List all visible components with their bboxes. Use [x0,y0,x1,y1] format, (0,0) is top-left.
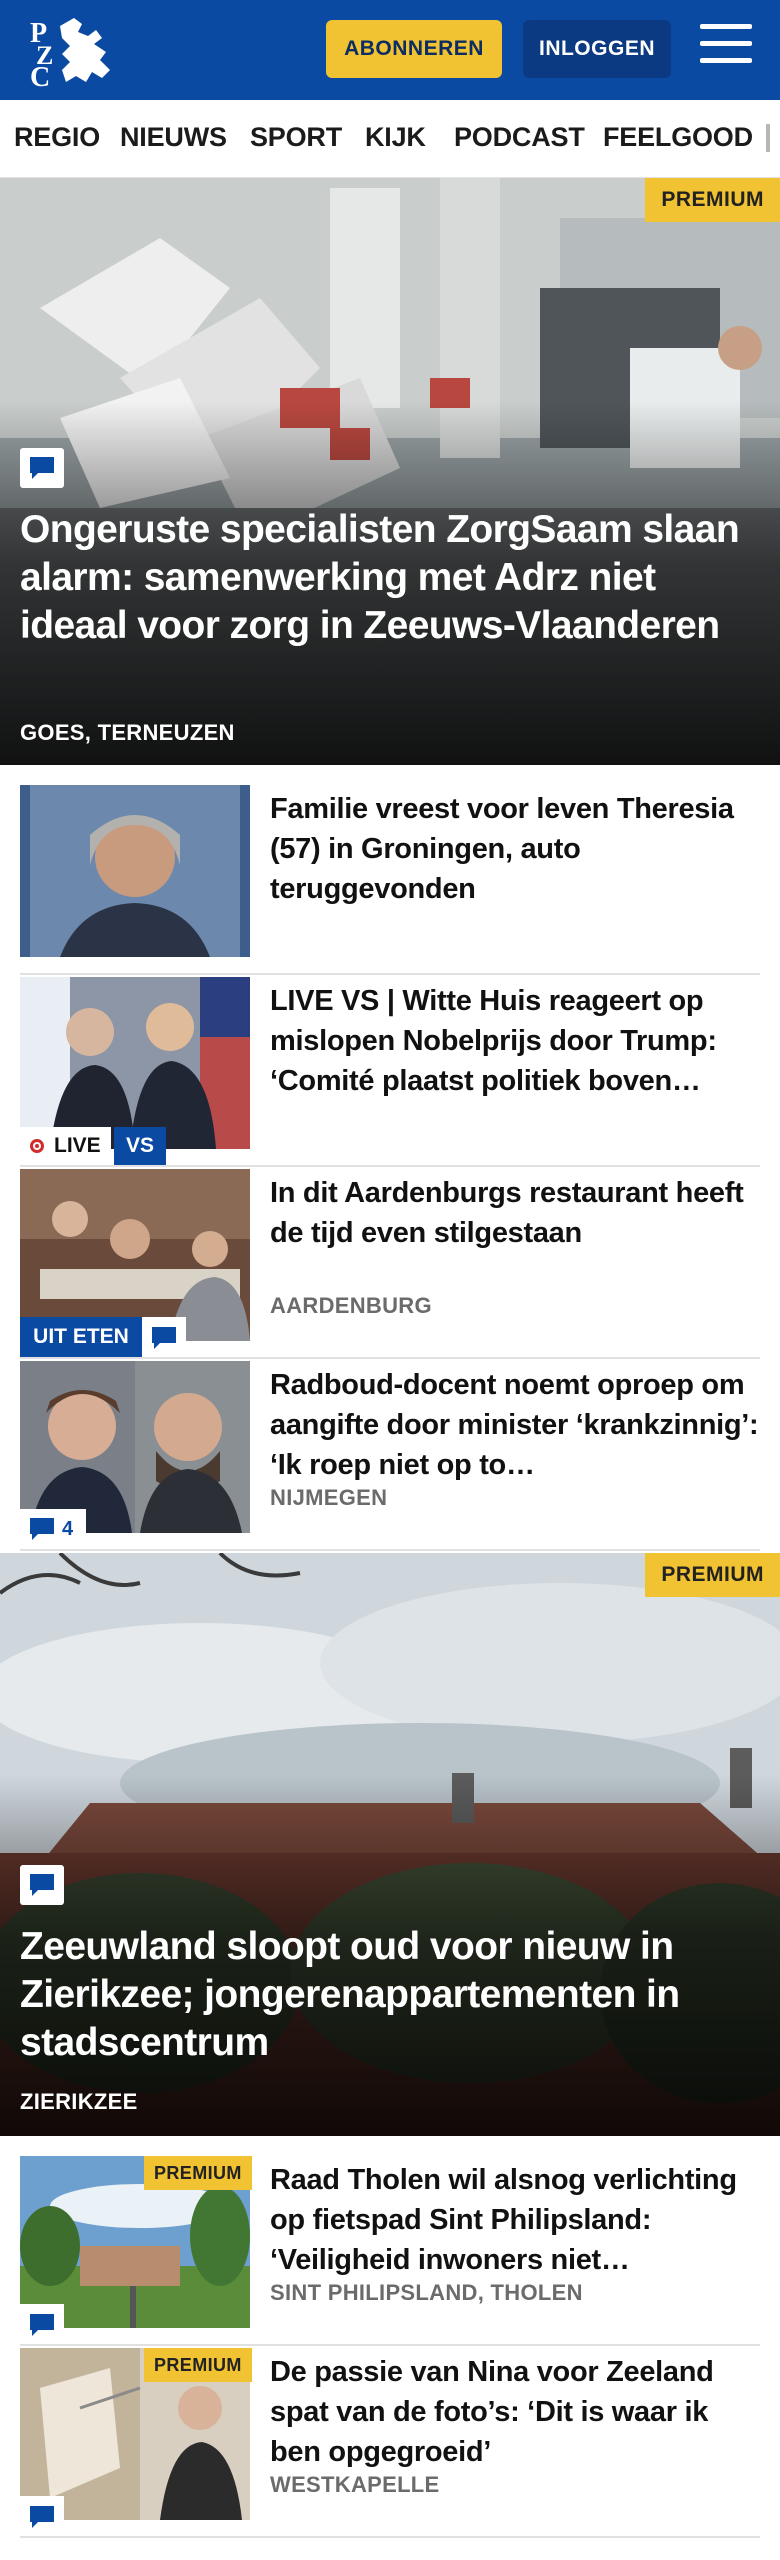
list-item-2[interactable]: LIVE VS LIVE VS | Witte Huis reageert op… [20,977,760,1167]
hero-location: ZIERIKZEE [20,2089,138,2114]
comment-icon [20,1865,64,1905]
hero-article-2[interactable]: PREMIUM Zeeuwland sloopt oud voor nieuw … [0,1553,780,2136]
article-location: AARDENBURG [270,1293,432,1318]
hero-location: GOES, TERNEUZEN [20,720,235,745]
live-badge: LIVE [20,1127,111,1165]
list-item-1[interactable]: Familie vreest voor leven Theresia (57) … [20,785,760,975]
comment-icon [142,1317,186,1357]
top-bar: P Z C ABONNEREN INLOGGEN [0,0,780,100]
comment-icon [30,1518,54,1540]
article-location: SINT PHILIPSLAND, THOLEN [270,2280,583,2305]
nav-item-regio[interactable]: REGIO [14,122,100,153]
comment-count: 4 [62,1517,74,1540]
thumbnail-image [20,977,250,1149]
list-item-3[interactable]: UIT ETEN In dit Aardenburgs restaurant h… [20,1169,760,1359]
list-item-6[interactable]: PREMIUM De passie van Nina voor Zeeland … [20,2348,760,2538]
thumbnail-image [20,785,250,957]
section-nav: REGIO NIEUWS SPORT KIJK PODCAST FEELGOOD [0,100,780,178]
category-tag: UIT ETEN [20,1317,142,1357]
premium-badge: PREMIUM [645,178,780,222]
article-headline[interactable]: In dit Aardenburgs restaurant heeft de t… [270,1173,760,1253]
menu-icon[interactable] [700,24,752,72]
comment-icon [20,448,64,488]
article-location: WESTKAPELLE [270,2472,440,2497]
article-headline[interactable]: Radboud-docent noemt oproep om aangifte … [270,1365,760,1485]
nav-item-sport[interactable]: SPORT [250,122,342,153]
category-tag: VS [114,1127,166,1165]
nav-item-feelgood[interactable]: FEELGOOD [603,122,753,153]
comment-count-badge: 4 [20,1509,86,1549]
live-label: LIVE [54,1134,101,1157]
comment-icon [20,2496,64,2536]
premium-badge: PREMIUM [144,2348,252,2382]
thumbnail-image [20,1361,250,1533]
thumbnail-image [20,1169,250,1341]
subscribe-button[interactable]: ABONNEREN [326,20,502,78]
article-location: NIJMEGEN [270,1485,388,1510]
hero-headline[interactable]: Zeeuwland sloopt oud voor nieuw in Zieri… [20,1923,760,2067]
nav-item-kijk[interactable]: KIJK [365,122,426,153]
lion-logo-icon: P Z C [30,18,110,88]
login-button[interactable]: INLOGGEN [523,20,671,78]
premium-badge: PREMIUM [144,2156,252,2190]
article-headline[interactable]: Raad Tholen wil alsnog verlich­ting op f… [270,2160,760,2280]
nav-overflow-indicator [766,124,770,152]
site-logo[interactable]: P Z C [26,12,116,88]
article-headline[interactable]: LIVE VS | Witte Huis reageert op mislope… [270,981,760,1101]
comment-icon [20,2304,64,2344]
premium-badge: PREMIUM [645,1553,780,1597]
list-item-4[interactable]: 4 Radboud-docent noemt oproep om aangift… [20,1361,760,1551]
svg-text:C: C [30,62,50,88]
article-headline[interactable]: De passie van Nina voor Zeeland spat van… [270,2352,760,2472]
nav-item-nieuws[interactable]: NIEUWS [120,122,227,153]
hero-headline[interactable]: Ongeruste specialisten ZorgSaam slaan al… [20,506,760,650]
live-dot-icon [30,1139,44,1153]
hero-article-1[interactable]: PREMIUM Ongeruste specialisten ZorgSaam … [0,178,780,765]
list-item-5[interactable]: PREMIUM Raad Tholen wil alsnog verlich­t… [20,2156,760,2346]
article-headline[interactable]: Familie vreest voor leven Theresia (57) … [270,789,760,909]
nav-item-podcast[interactable]: PODCAST [454,122,585,153]
